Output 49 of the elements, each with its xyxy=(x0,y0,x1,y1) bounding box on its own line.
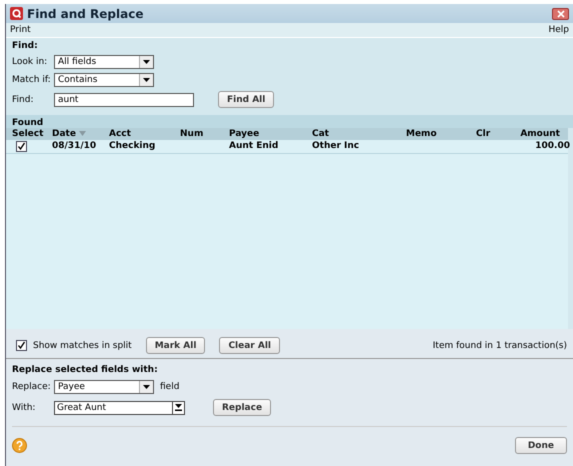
field-label: Replace: xyxy=(12,382,52,392)
checkbox[interactable] xyxy=(16,340,27,351)
dropdown-arrow-icon xyxy=(175,404,182,411)
column-header[interactable]: Payee xyxy=(229,128,312,140)
caret-icon xyxy=(143,78,150,82)
table-cell-text: Aunt Enid xyxy=(229,140,280,153)
section-heading: Found xyxy=(6,115,573,128)
column-header[interactable]: Date xyxy=(52,128,109,140)
field-label: Match if: xyxy=(12,75,52,85)
checkbox-label: Show matches in split xyxy=(33,340,132,350)
app-logo-icon xyxy=(10,7,23,20)
section-heading: Replace selected fields with: xyxy=(12,365,159,375)
find-all-button[interactable]: Find All xyxy=(218,91,274,108)
table-cell-text: Other Inc xyxy=(312,140,360,153)
field-label: With: xyxy=(12,402,36,412)
done-button[interactable]: Done xyxy=(514,437,567,454)
table-cell-text: 08/31/10 xyxy=(52,140,98,153)
picker-button[interactable] xyxy=(172,400,185,414)
window-title: Find and Replace xyxy=(27,6,144,20)
menu-item[interactable]: Help xyxy=(548,25,569,35)
column-header[interactable]: Clr xyxy=(476,128,509,140)
find-field[interactable]: aunt xyxy=(54,92,194,106)
close-icon xyxy=(556,10,564,18)
dropdown[interactable]: All fields xyxy=(54,55,154,69)
column-header[interactable]: Cat xyxy=(312,128,406,140)
caret-icon xyxy=(143,385,150,389)
replace-button[interactable]: Replace xyxy=(213,399,272,416)
field-label: Find: xyxy=(12,94,34,104)
section-heading: Find: xyxy=(12,41,39,51)
menu-item[interactable]: Print xyxy=(10,25,31,35)
with-field[interactable]: Great Aunt xyxy=(54,400,172,414)
table-cell-text: Checking xyxy=(109,140,156,153)
column-header[interactable]: Select xyxy=(12,128,52,140)
column-header[interactable]: Acct xyxy=(109,128,180,140)
dropdown[interactable]: Payee xyxy=(54,380,154,394)
table-cell-text: 100.00 xyxy=(534,140,570,153)
dropdown[interactable]: Contains xyxy=(54,73,154,87)
clear-all-button[interactable]: Clear All xyxy=(219,337,280,354)
column-header[interactable]: Num xyxy=(180,128,229,140)
column-header[interactable]: Memo xyxy=(406,128,476,140)
field-label: field xyxy=(160,382,180,392)
column-header[interactable]: Amount xyxy=(509,128,570,140)
close-button[interactable] xyxy=(552,8,569,20)
help-icon xyxy=(12,438,27,453)
result-count: Item found in 1 transaction(s) xyxy=(432,340,567,350)
caret-icon xyxy=(143,60,150,64)
checkbox[interactable] xyxy=(16,141,27,152)
field-label: Look in: xyxy=(12,57,48,67)
mark-all-button[interactable]: Mark All xyxy=(146,337,206,354)
